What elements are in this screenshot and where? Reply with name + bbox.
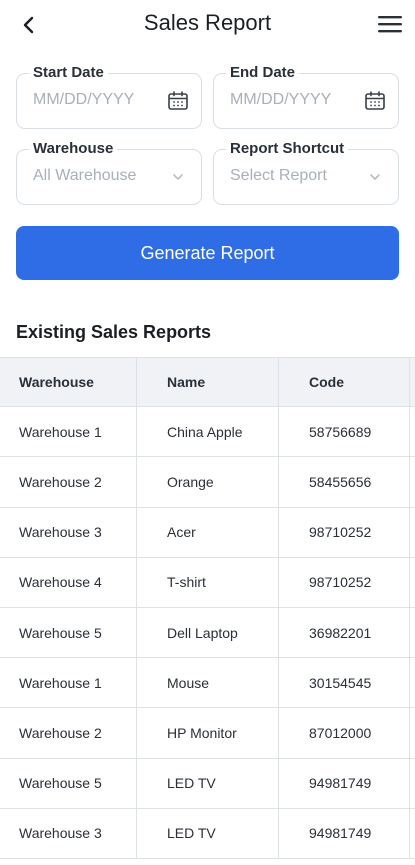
table-row[interactable]: Warehouse 4 T-shirt 98710252 <box>0 557 415 608</box>
page-title: Sales Report <box>143 10 272 35</box>
cell-overflow <box>410 457 415 506</box>
warehouse-label: Warehouse <box>29 140 118 158</box>
report-shortcut-select[interactable]: Report Shortcut Select Report <box>213 140 399 205</box>
cell-overflow <box>410 658 415 707</box>
end-date-placeholder: MM/DD/YYYY <box>230 91 332 108</box>
cell-name: China Apple <box>137 407 279 457</box>
calendar-icon[interactable] <box>364 90 386 112</box>
column-header-name[interactable]: Name <box>137 358 279 407</box>
calendar-icon[interactable] <box>167 90 189 112</box>
section-title: Existing Sales Reports <box>16 322 212 342</box>
generate-report-button[interactable]: Generate Report <box>16 226 399 280</box>
table-row[interactable]: Warehouse 3 Acer 98710252 <box>0 507 415 558</box>
cell-code: 30154545 <box>279 658 410 708</box>
cell-overflow <box>410 558 415 607</box>
app-header: Sales Report <box>0 0 415 50</box>
cell-code: 98710252 <box>279 507 410 557</box>
report-shortcut-value: Select Report <box>230 167 327 184</box>
table-row[interactable]: Warehouse 5 Dell Laptop 36982201 <box>0 607 415 659</box>
cell-overflow <box>410 608 415 657</box>
cell-warehouse: Warehouse 3 <box>0 507 137 557</box>
cell-overflow <box>410 508 415 557</box>
cell-warehouse: Warehouse 1 <box>0 658 137 708</box>
cell-name: Mouse <box>137 658 279 708</box>
cell-warehouse: Warehouse 4 <box>0 557 137 607</box>
cell-code: 94981749 <box>279 808 410 858</box>
end-date-field[interactable]: End Date MM/DD/YYYY <box>213 64 399 129</box>
cell-code: 58756689 <box>279 407 410 457</box>
cell-overflow <box>410 759 415 808</box>
cell-name: Acer <box>137 507 279 557</box>
table-row[interactable]: Warehouse 1 Mouse 30154545 <box>0 658 415 709</box>
table-row[interactable]: Warehouse 2 Orange 58455656 <box>0 457 415 508</box>
cell-warehouse: Warehouse 5 <box>0 607 137 658</box>
cell-name: Orange <box>137 457 279 507</box>
sales-reports-table: Warehouse Name Code Warehouse 1 China Ap… <box>0 357 415 859</box>
end-date-label: End Date <box>226 64 300 82</box>
chevron-down-icon <box>167 166 189 188</box>
chevron-down-icon <box>364 166 386 188</box>
cell-overflow <box>410 809 415 858</box>
column-header-warehouse[interactable]: Warehouse <box>0 358 137 407</box>
menu-button[interactable] <box>375 9 405 39</box>
table-row[interactable]: Warehouse 3 LED TV 94981749 <box>0 808 415 859</box>
column-header-code[interactable]: Code <box>279 358 410 407</box>
start-date-label: Start Date <box>29 64 108 82</box>
cell-warehouse: Warehouse 2 <box>0 457 137 507</box>
table-row[interactable]: Warehouse 2 HP Monitor 87012000 <box>0 708 415 759</box>
warehouse-select[interactable]: Warehouse All Warehouse <box>16 140 202 205</box>
cell-warehouse: Warehouse 5 <box>0 758 137 808</box>
cell-code: 98710252 <box>279 557 410 607</box>
start-date-placeholder: MM/DD/YYYY <box>33 91 135 108</box>
cell-warehouse: Warehouse 3 <box>0 808 137 858</box>
table-header-row: Warehouse Name Code <box>0 357 415 408</box>
cell-warehouse: Warehouse 2 <box>0 708 137 758</box>
cell-overflow <box>410 407 415 456</box>
cell-name: T-shirt <box>137 557 279 607</box>
cell-code: 36982201 <box>279 607 410 658</box>
warehouse-value: All Warehouse <box>33 167 137 184</box>
report-shortcut-label: Report Shortcut <box>226 140 349 158</box>
cell-warehouse: Warehouse 1 <box>0 407 137 457</box>
cell-name: Dell Laptop <box>137 607 279 658</box>
cell-overflow <box>410 708 415 757</box>
cell-name: LED TV <box>137 808 279 858</box>
table-row[interactable]: Warehouse 1 China Apple 58756689 <box>0 407 415 458</box>
table-row[interactable]: Warehouse 5 LED TV 94981749 <box>0 758 415 809</box>
cell-code: 87012000 <box>279 708 410 758</box>
cell-name: HP Monitor <box>137 708 279 758</box>
start-date-field[interactable]: Start Date MM/DD/YYYY <box>16 64 202 129</box>
hamburger-menu-icon <box>378 16 402 33</box>
cell-code: 58455656 <box>279 457 410 507</box>
cell-code: 94981749 <box>279 758 410 808</box>
column-header-overflow <box>410 358 415 406</box>
cell-name: LED TV <box>137 758 279 808</box>
